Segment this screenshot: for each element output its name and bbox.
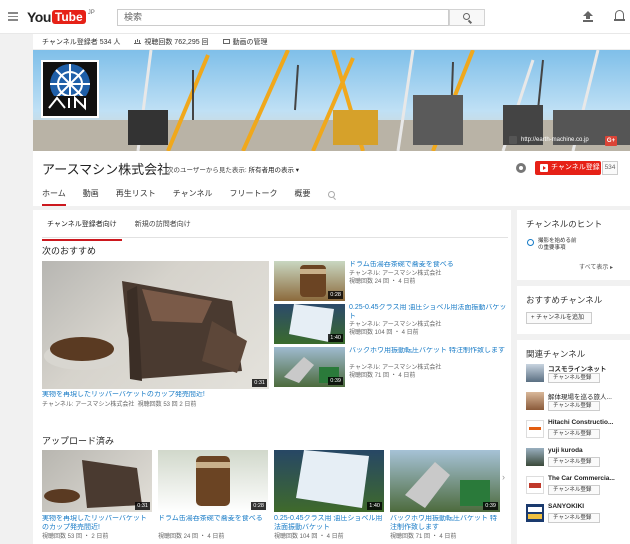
search-input[interactable]: 検索	[117, 9, 449, 26]
car-logo-icon	[529, 483, 541, 488]
featured-video-title[interactable]: 実物を再現したリッパーバケットのカップ発売間近!	[42, 391, 269, 400]
subscribe-button[interactable]: チャンネル登録	[548, 513, 600, 523]
list-item[interactable]: Hitachi Constructio... チャンネル登録	[526, 418, 630, 442]
upload-title-3[interactable]: 0.25-0.45クラス用 油圧ショベル用法面振動バケット	[274, 515, 384, 532]
list-item[interactable]: コスモラインネット チャンネル登録	[526, 362, 630, 386]
avatar[interactable]	[526, 392, 544, 410]
view-count[interactable]: 視聴回数 762,295 回	[134, 37, 209, 47]
uploads-section-title: アップロード済み	[42, 436, 115, 446]
video-duration: 0:31	[252, 379, 267, 387]
avatar[interactable]	[526, 364, 544, 382]
banner-website-link[interactable]: http://earth-machine.co.jp	[509, 136, 589, 144]
video-thumbnail[interactable]: 0:39	[274, 347, 345, 387]
shelf-next-arrow-icon[interactable]: ›	[502, 472, 505, 482]
avatar[interactable]	[526, 448, 544, 466]
upload-thumbnail-3[interactable]: 1:40	[274, 450, 384, 512]
channel-header: チャンネル登録者 534 人 視聴回数 762,295 回 動画の管理 http…	[33, 34, 630, 206]
channel-title-row: アースマシン株式会社 次のユーザーから見た表示: 所有者用の表示 ▾ チャンネル…	[33, 154, 630, 182]
google-plus-link[interactable]: G+	[605, 136, 617, 146]
featured-section-title: 次のおすすめ	[42, 246, 97, 256]
add-channel-button[interactable]: + チャンネルを追加	[526, 312, 592, 324]
website-globe-icon	[509, 136, 517, 144]
tab-discussion[interactable]: フリートーク	[230, 182, 278, 206]
upload-icon[interactable]	[583, 11, 593, 23]
guide-menu-icon[interactable]	[8, 12, 18, 21]
recommended-channels-card: おすすめチャンネル + チャンネルを追加	[517, 286, 630, 334]
subscribe-button[interactable]: チャンネル登録	[548, 373, 600, 383]
hitachi-logo-icon	[529, 427, 541, 430]
channel-settings-gear-icon[interactable]	[516, 163, 526, 173]
subscribe-button[interactable]: チャンネル登録	[548, 485, 600, 495]
audience-tabs: チャンネル登録者向け 新規の訪問者向け	[42, 216, 508, 241]
subscribe-button[interactable]: チャンネル登録	[548, 457, 600, 467]
channel-tabs: ホーム 動画 再生リスト チャンネル フリートーク 概要	[33, 182, 630, 206]
related-channels-card: 関連チャンネル コスモラインネット チャンネル登録 解体現場を巡る旅人... チ…	[517, 340, 630, 544]
video-title[interactable]: 0.25-0.45クラス用 油圧ショベル用法面振動バケット	[349, 304, 509, 321]
hint-radio-icon[interactable]	[527, 239, 534, 246]
upload-thumbnail-1[interactable]: 0:31	[42, 450, 152, 512]
tab-playlists[interactable]: 再生リスト	[116, 182, 156, 206]
youtube-play-icon	[540, 164, 548, 172]
avatar[interactable]	[526, 420, 544, 438]
channel-home-content: チャンネル登録者向け 新規の訪問者向け 次のおすすめ 0:31 実物を再現したリ…	[33, 210, 511, 544]
masthead: You Tube JP 検索	[0, 0, 630, 34]
hints-show-all-link[interactable]: すべて表示 ▸	[579, 262, 613, 271]
list-item[interactable]: The Car Commercia... チャンネル登録	[526, 474, 630, 498]
subscriber-count-badge: 534	[602, 161, 618, 175]
video-thumbnail[interactable]: 0:28	[274, 261, 345, 301]
view-as-selector[interactable]: 次のユーザーから見た表示: 所有者用の表示 ▾	[167, 164, 299, 174]
list-item[interactable]: SANYOKIKI チャンネル登録	[526, 502, 630, 526]
featured-video-thumbnail[interactable]: 0:31	[42, 261, 269, 389]
subscribe-button[interactable]: チャンネル登録	[535, 161, 601, 175]
upload-title-4[interactable]: バックホウ用振動転圧バケット 特注制作致します	[390, 515, 500, 532]
list-item[interactable]: 解体現場を巡る旅人... チャンネル登録	[526, 390, 630, 414]
tab-channels[interactable]: チャンネル	[173, 182, 213, 206]
channel-banner: http://earth-machine.co.jp G+	[33, 50, 630, 151]
video-manager-link[interactable]: 動画の管理	[222, 37, 268, 47]
tab-subscribers-view[interactable]: チャンネル登録者向け	[42, 216, 122, 241]
upload-title-2[interactable]: ドラム缶湯呑茶碗で蕎麦を食べる	[158, 515, 268, 532]
hint-link[interactable]: 撮影を始める前 の重要事項	[538, 238, 577, 252]
upload-thumbnail-4[interactable]: 0:39	[390, 450, 500, 512]
featured-video-meta: チャンネル: アースマシン株式会社 視聴回数 53 回 2 日前	[42, 402, 197, 408]
avatar[interactable]	[526, 476, 544, 494]
subscribe-button[interactable]: チャンネル登録	[548, 401, 600, 411]
tab-new-visitors-view[interactable]: 新規の訪問者向け	[130, 216, 196, 237]
avatar[interactable]	[526, 504, 544, 522]
channel-search-icon[interactable]	[327, 190, 335, 198]
sanyokiki-logo-icon	[528, 507, 542, 519]
subscriber-count[interactable]: チャンネル登録者 534 人	[42, 37, 120, 47]
channel-stats-bar: チャンネル登録者 534 人 視聴回数 762,295 回 動画の管理	[33, 34, 630, 50]
video-title[interactable]: バックホウ用振動転圧バケット 特注制作致します	[349, 347, 509, 364]
bucket-cup-image	[44, 281, 247, 381]
earth-machine-logo-icon	[47, 64, 93, 111]
upload-title-1[interactable]: 実物を再現したリッパーバケットのカップ発売間近!	[42, 515, 152, 532]
search-button[interactable]	[449, 9, 485, 26]
channel-tips-card: チャンネルのヒント 撮影を始める前 の重要事項 すべて表示 ▸	[517, 210, 630, 280]
video-manager-icon	[222, 39, 230, 44]
tab-home[interactable]: ホーム	[42, 182, 66, 206]
upload-thumbnail-2[interactable]: 0:28	[158, 450, 268, 512]
analytics-icon	[134, 39, 142, 44]
channel-avatar[interactable]	[41, 60, 99, 118]
search-icon	[463, 13, 470, 20]
video-title[interactable]: ドラム缶湯呑茶碗で蕎麦を食べる	[349, 261, 509, 270]
youtube-logo[interactable]: You Tube JP	[27, 9, 95, 25]
tab-about[interactable]: 概要	[295, 182, 311, 206]
list-item[interactable]: yuji kuroda チャンネル登録	[526, 446, 630, 470]
tab-videos[interactable]: 動画	[83, 182, 99, 206]
channel-title: アースマシン株式会社	[42, 162, 171, 177]
subscribe-button[interactable]: チャンネル登録	[548, 429, 600, 439]
video-thumbnail[interactable]: 1:40	[274, 304, 345, 344]
notifications-bell-icon[interactable]	[614, 10, 625, 22]
